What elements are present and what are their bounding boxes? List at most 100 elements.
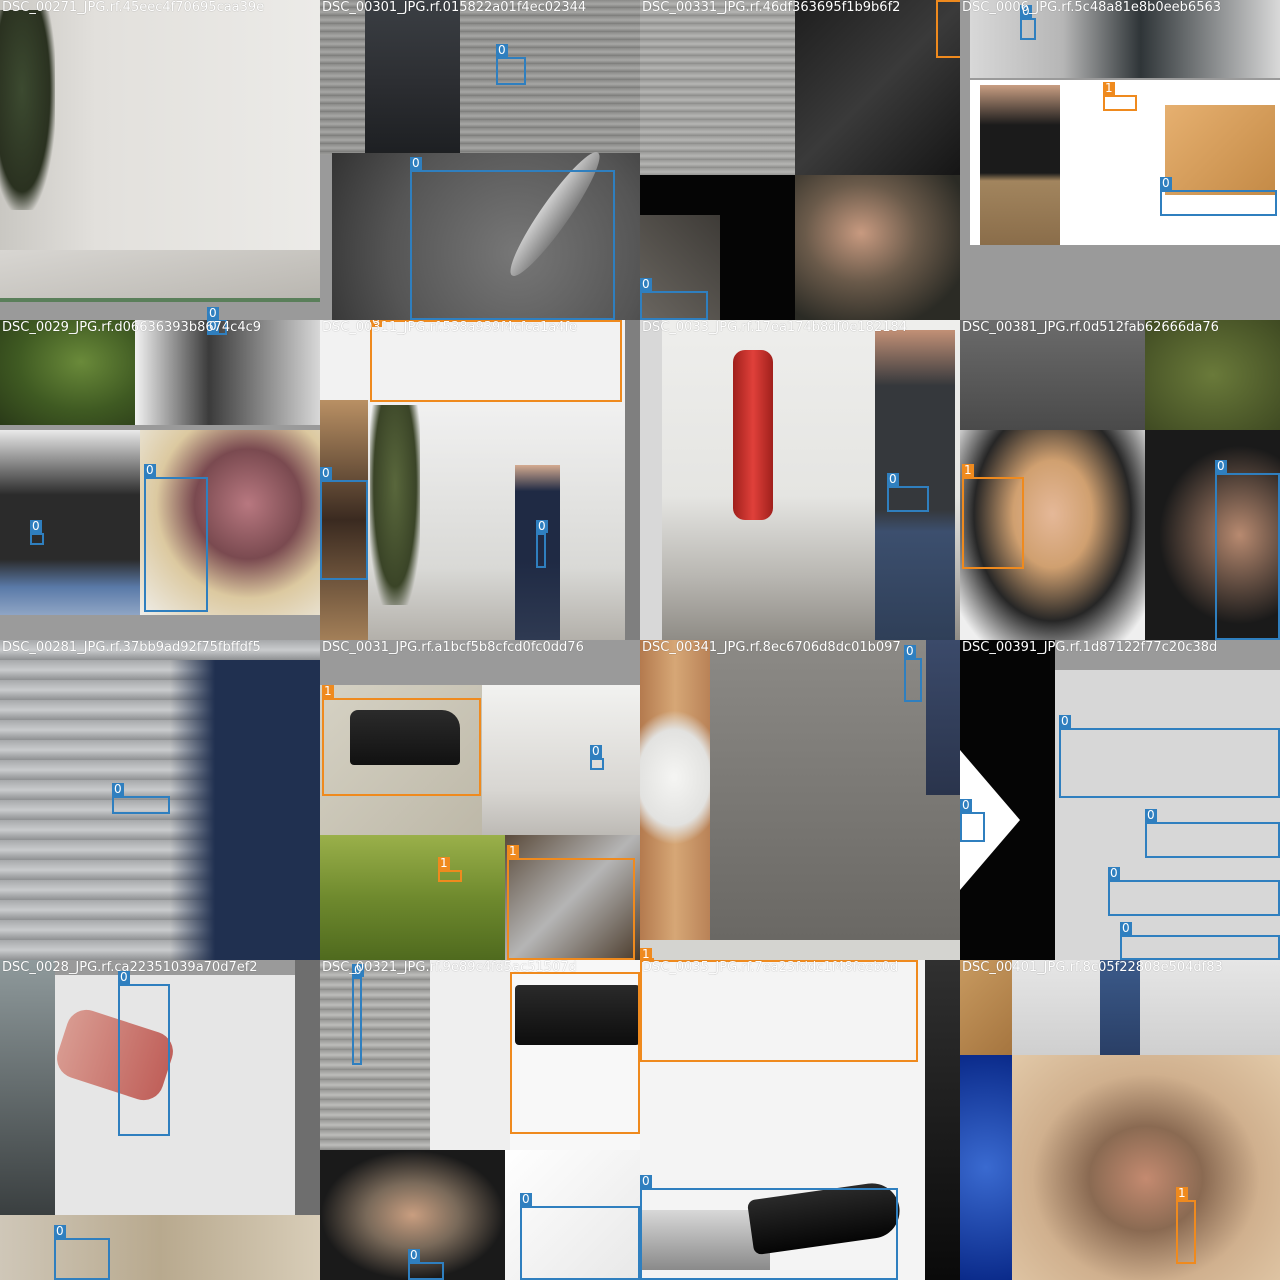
bbox-class-0: 0: [410, 157, 615, 320]
mosaic-tile: DSC_0028_JPG.rf.ca22351039a70d7ef2 0 0: [0, 960, 320, 1280]
training-batch-mosaic: DSC_00271_JPG.rf.45eec4f70695caa39e 0 DS…: [0, 0, 1280, 1280]
mosaic-tile: DSC_00311_JPG.rf.538a939f4cfca1a4fe 0 0 …: [320, 320, 640, 640]
photo-shooter: [980, 85, 1060, 245]
tile-filename: DSC_00331_JPG.rf.46df363695f1b9b6f2: [642, 0, 901, 15]
photo-left-strip: [640, 320, 662, 640]
photo-right-dark: [925, 960, 960, 1280]
bbox-class-0: 0: [30, 520, 44, 545]
bbox-class-0: 0: [496, 44, 526, 85]
tile-filename: DSC_00301_JPG.rf.015822a01f4ec02344: [322, 0, 587, 15]
bbox-class-1: [510, 972, 640, 1134]
tile-filename: DSC_0006_JPG.rf.5c48a81e8b0eeb6563: [962, 0, 1222, 15]
photo-orange-edge: [936, 0, 960, 58]
bbox-label: 0: [1120, 921, 1132, 935]
bbox-label: 0: [1108, 866, 1120, 880]
bbox-class-0: 0: [1160, 177, 1277, 216]
tile-filename: DSC_00321_JPG.rf.9e89c4fd5ac51507d: [322, 960, 577, 975]
mosaic-tile: DSC_00321_JPG.rf.9e89c4fd5ac51507d 0 0 0: [320, 960, 640, 1280]
bbox-class-0: 0: [352, 964, 364, 1065]
bbox-label: 0: [320, 466, 332, 480]
photo-people: [795, 175, 960, 320]
bbox-label: 1: [962, 463, 974, 477]
tile-filename: DSC_00381_JPG.rf.0d512fab62666da76: [962, 320, 1219, 335]
photo-plant: [370, 405, 420, 605]
mosaic-tile: DSC_00281_JPG.rf.37bb9ad92f75fbffdf5 0: [0, 640, 320, 960]
bbox-label: 0: [112, 782, 124, 796]
bbox-label: 0: [30, 519, 42, 533]
mosaic-tile: DSC_0031_JPG.rf.a1bcf5b8cfcd0fc0dd76 1 0…: [320, 640, 640, 960]
bbox-label: 1: [438, 856, 450, 870]
photo-dojo: [0, 430, 140, 615]
photo-plant: [0, 10, 55, 210]
photo-person: [365, 0, 460, 155]
bbox-class-0: 0: [640, 278, 708, 320]
tile-filename: DSC_00401_JPG.rf.8c05f22808e504df83: [962, 960, 1223, 975]
bbox-label: 0: [640, 277, 652, 291]
photo-person-arm: [170, 660, 320, 960]
bbox-label: 0: [887, 472, 899, 486]
photo-wall: [430, 960, 510, 1150]
photo-right-gray: [625, 320, 640, 640]
photo-bread-table: [0, 1215, 320, 1280]
bbox-class-0: 0: [1108, 867, 1280, 916]
bbox-class-0: 0: [1020, 5, 1036, 40]
photo-floor: [0, 250, 320, 300]
bbox-label: 0: [904, 644, 916, 658]
mosaic-tile: DSC_00301_JPG.rf.015822a01f4ec02344 0 0: [320, 0, 640, 320]
bbox-class-1: 1: [1103, 82, 1137, 111]
bbox-label: 1: [1103, 81, 1115, 95]
photo-extinguisher: [733, 350, 773, 520]
bbox-label: 0: [144, 463, 156, 477]
bbox-label: 0: [410, 156, 422, 170]
mosaic-tile: DSC_0035_JPG.rf.7ea23fddc1f48feeb0d 0: [640, 960, 960, 1280]
photo-legs: [926, 640, 960, 795]
bbox-label: 0: [960, 798, 972, 812]
bbox-class-0: 0: [904, 645, 922, 702]
mosaic-tile: DSC_00391_JPG.rf.1d87122f77c20c38d 0 0 0…: [960, 640, 1280, 960]
bbox-class-0: 0: [54, 1225, 110, 1280]
bbox-label: 0: [520, 1192, 532, 1206]
bbox-label: 0: [1145, 808, 1157, 822]
photo-shutter: [320, 960, 430, 1150]
bbox-class-0: 0: [960, 799, 985, 842]
tile-filename: DSC_0035_JPG.rf.7ea23fddc1f48feeb0d: [642, 960, 899, 975]
bbox-label: 0: [496, 43, 508, 57]
mosaic-tile: DSC_00341_JPG.rf.8ec6706d8dc01b097 0 1: [640, 640, 960, 960]
mosaic-tile: DSC_0006_JPG.rf.5c48a81e8b0eeb6563 0 1 0: [960, 0, 1280, 320]
tile-filename: DSC_00281_JPG.rf.37bb9ad92f75fbffdf5: [2, 640, 261, 655]
bbox-class-0: 0: [1145, 809, 1280, 858]
photo-grass: [1145, 320, 1280, 430]
tile-filename: DSC_0031_JPG.rf.a1bcf5b8cfcd0fc0dd76: [322, 640, 584, 655]
bbox-class-0: 0: [118, 971, 170, 1136]
photo-border: [0, 298, 320, 302]
bbox-label: 0: [1215, 459, 1227, 473]
bbox-label: 0: [54, 1224, 66, 1238]
mosaic-tile: DSC_0033_JPG.rf.17ea174b8df0e182184 0: [640, 320, 960, 640]
tile-filename: DSC_0033_JPG.rf.17ea174b8df0e182184: [642, 320, 907, 335]
bbox-class-0: 0: [1120, 922, 1280, 960]
tile-filename: DSC_00341_JPG.rf.8ec6706d8dc01b097: [642, 640, 901, 655]
bbox-label: 1: [640, 947, 652, 960]
bbox-class-1: 1: [1176, 1187, 1196, 1264]
bbox-class-0: 0: [320, 467, 368, 580]
photo-room: [482, 685, 640, 835]
photo-man-gun: [1012, 1055, 1280, 1280]
photo-window-room: [135, 320, 320, 425]
photo-cutting-board: [1165, 105, 1275, 195]
tile-filename: DSC_0028_JPG.rf.ca22351039a70d7ef2: [2, 960, 258, 975]
photo-field: [320, 835, 505, 960]
tile-filename: DSC_00271_JPG.rf.45eec4f70695caa39e: [2, 0, 265, 15]
bbox-class-0: 0: [640, 1175, 898, 1280]
photo-garden: [0, 320, 135, 425]
photo-concrete: [710, 640, 960, 940]
bbox-class-1: 1: [507, 845, 635, 960]
bbox-label: 0: [536, 519, 548, 533]
photo-right-gray: [295, 960, 320, 1215]
bbox-label: 0: [640, 1174, 652, 1188]
bbox-class-0: 0: [590, 745, 604, 770]
tile-filename: DSC_00311_JPG.rf.538a939f4cfca1a4fe: [322, 320, 578, 335]
bbox-label: 1: [1176, 1186, 1188, 1200]
bbox-class-0: 0: [1215, 460, 1280, 640]
bbox-class-0: 0: [520, 1193, 640, 1280]
bbox-class-0: 0: [887, 473, 929, 512]
